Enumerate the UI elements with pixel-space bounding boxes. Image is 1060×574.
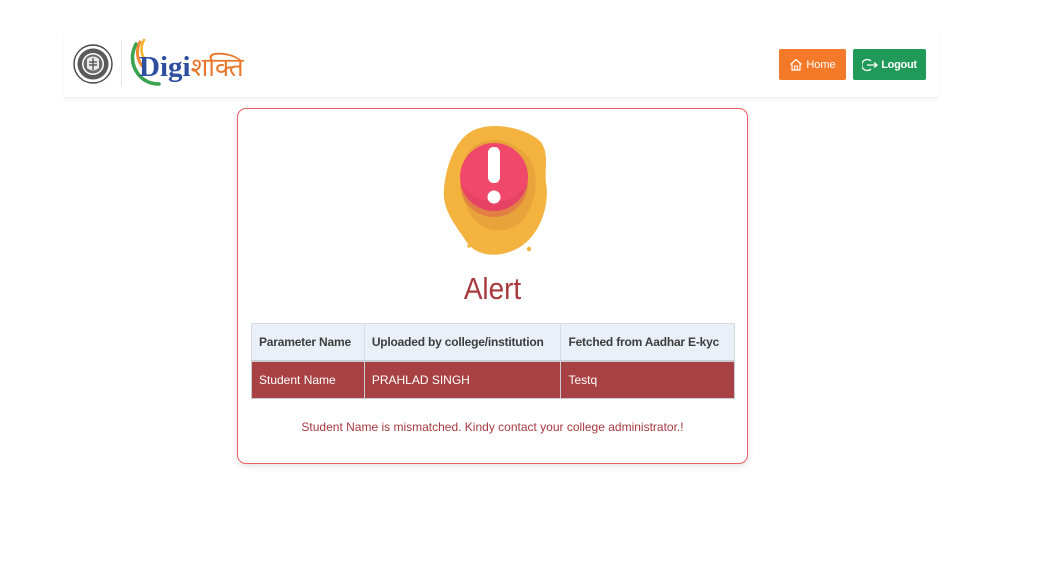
cell-fetched-value: Testq <box>560 359 735 399</box>
logo-latin-text: Digi <box>139 51 191 83</box>
parameter-comparison-table: Parameter Name Uploaded by college/insti… <box>251 323 735 399</box>
table-header-row: Parameter Name Uploaded by college/insti… <box>251 323 735 361</box>
alert-title: Alert <box>463 271 522 306</box>
cell-uploaded-value: PRAHLAD SINGH <box>363 359 562 399</box>
logout-button[interactable]: Logout <box>853 49 926 80</box>
home-button-label: Home <box>806 58 836 71</box>
logout-icon <box>862 58 879 71</box>
header-bar: Digiशक्ति Home Logout <box>64 30 938 98</box>
column-header-parameter-name: Parameter Name <box>251 323 365 361</box>
table-row: Student Name PRAHLAD SINGH Testq <box>251 359 735 399</box>
home-button[interactable]: Home <box>779 49 846 80</box>
digishakti-logo[interactable]: Digiशक्ति <box>126 38 250 92</box>
column-header-uploaded-by-college: Uploaded by college/institution <box>363 323 562 361</box>
logo-divider <box>121 40 122 86</box>
logo-hindi-text: शक्ति <box>190 53 244 83</box>
cell-parameter-name: Student Name <box>251 359 365 399</box>
emblem-icon <box>73 44 113 84</box>
exclamation-alert-icon <box>443 126 547 255</box>
column-header-fetched-from-aadhar: Fetched from Aadhar E-kyc <box>560 323 735 361</box>
alert-card: Alert Parameter Name Uploaded by college… <box>237 108 748 464</box>
logo-text: Digiशक्ति <box>139 52 244 83</box>
mismatch-message: Student Name is mismatched. Kindy contac… <box>301 420 684 434</box>
home-icon <box>790 58 803 71</box>
logout-button-label: Logout <box>881 58 917 71</box>
